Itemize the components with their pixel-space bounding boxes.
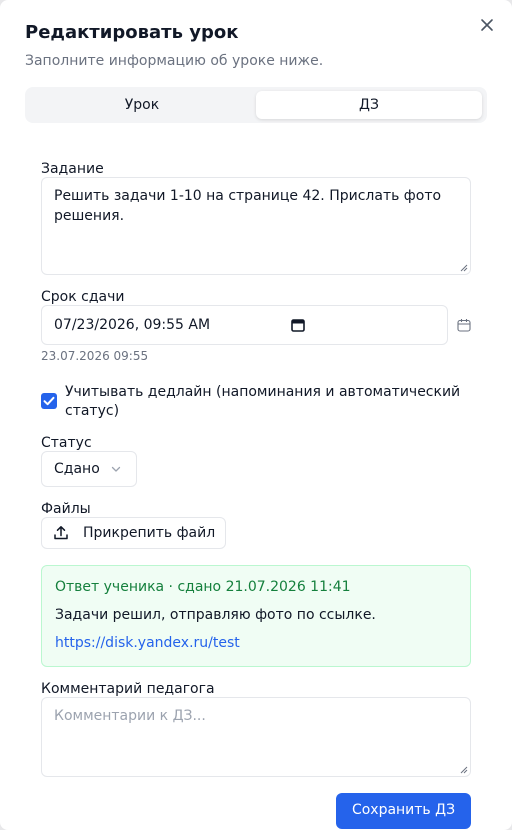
- task-text: Решить задачи 1-10 на странице 42. Присл…: [54, 188, 442, 224]
- chevron-down-icon: [111, 466, 121, 472]
- close-icon[interactable]: [478, 16, 496, 34]
- edit-lesson-dialog: Редактировать урок Заполните информацию …: [0, 0, 512, 830]
- attach-file-label: Прикрепить файл: [83, 525, 216, 541]
- tab-list: Урок ДЗ: [25, 87, 487, 123]
- task-label: Задание: [41, 161, 104, 177]
- dialog-subtitle: Заполните информацию об уроке ниже.: [25, 53, 324, 69]
- deadline-label: Срок сдачи: [41, 289, 125, 305]
- deadline-value: 07/23/2026, 09:55 AM: [54, 317, 211, 333]
- calendar-picker-icon[interactable]: [291, 318, 305, 332]
- deadline-checkbox[interactable]: [41, 393, 57, 409]
- deadline-datetime-input[interactable]: 07/23/2026, 09:55 AM: [41, 305, 448, 345]
- tab-homework[interactable]: ДЗ: [256, 91, 482, 119]
- tab-lesson[interactable]: Урок: [29, 91, 255, 119]
- calendar-icon: [457, 319, 471, 332]
- resize-handle-icon[interactable]: [460, 264, 468, 272]
- teacher-comment-label: Комментарий педагога: [41, 681, 215, 697]
- deadline-checkbox-label[interactable]: Учитывать дедлайн (напоминания и автомат…: [65, 383, 475, 421]
- student-answer-link[interactable]: https://disk.yandex.ru/test: [55, 635, 240, 651]
- status-value: Сдано: [54, 461, 100, 477]
- student-answer-text: Задачи решил, отправляю фото по ссылке.: [55, 607, 376, 623]
- deadline-hint: 23.07.2026 09:55: [41, 349, 149, 363]
- attach-file-button[interactable]: Прикрепить файл: [41, 517, 226, 549]
- status-select[interactable]: Сдано: [41, 451, 137, 487]
- upload-icon: [54, 526, 68, 540]
- resize-handle-icon[interactable]: [460, 766, 468, 774]
- files-label: Файлы: [41, 501, 91, 517]
- dialog-title: Редактировать урок: [25, 22, 239, 43]
- teacher-comment-placeholder: Комментарии к ДЗ...: [54, 708, 206, 724]
- save-homework-button[interactable]: Сохранить ДЗ: [336, 793, 471, 829]
- student-answer-card: Ответ ученика · сдано 21.07.2026 11:41 З…: [41, 565, 471, 667]
- check-icon: [43, 396, 55, 406]
- task-textarea[interactable]: Решить задачи 1-10 на странице 42. Присл…: [41, 177, 471, 275]
- teacher-comment-textarea[interactable]: Комментарии к ДЗ...: [41, 697, 471, 777]
- status-label: Статус: [41, 435, 92, 451]
- student-answer-header: Ответ ученика · сдано 21.07.2026 11:41: [55, 579, 351, 595]
